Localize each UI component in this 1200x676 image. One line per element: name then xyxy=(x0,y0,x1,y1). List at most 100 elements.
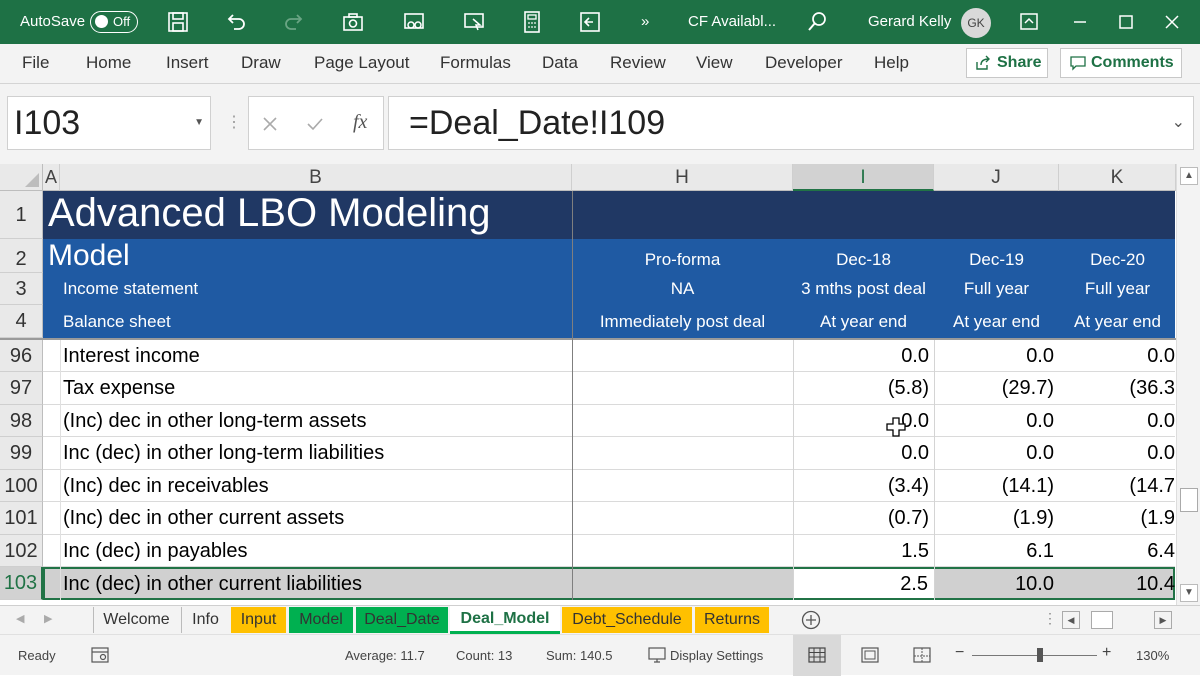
scroll-thumb[interactable] xyxy=(1180,488,1198,512)
share-button[interactable]: Share xyxy=(966,48,1048,78)
maximize-icon[interactable] xyxy=(1114,10,1138,34)
label-cell[interactable]: (Inc) dec in other long-term assets xyxy=(63,405,366,436)
value-cell-j[interactable]: 0.0 xyxy=(934,437,1054,469)
pro-forma-cell[interactable]: Pro-forma xyxy=(572,239,793,273)
comments-button[interactable]: Comments xyxy=(1060,48,1182,78)
file-name[interactable]: CF Availabl... xyxy=(688,13,776,30)
label-cell[interactable]: (Inc) dec in receivables xyxy=(63,470,269,501)
value-cell-i[interactable]: 0.0 xyxy=(793,405,929,436)
row-header[interactable]: 97 xyxy=(0,372,43,405)
timing-cell-h[interactable]: Immediately post deal xyxy=(572,305,793,338)
splitter-dots-icon[interactable]: ⋮ xyxy=(226,112,242,132)
date-cell-i[interactable]: Dec-18 xyxy=(793,239,934,273)
row-header[interactable]: 99 xyxy=(0,437,43,470)
scroll-tabs-left-icon[interactable]: ◀ xyxy=(16,612,24,625)
formula-input[interactable]: =Deal_Date!I109 ⌄ xyxy=(388,96,1194,150)
value-cell-k[interactable]: 10.4 xyxy=(1059,569,1175,598)
date-cell-k[interactable]: Dec-20 xyxy=(1059,239,1176,273)
vertical-scrollbar[interactable]: ▲ ▼ xyxy=(1176,164,1200,605)
redo-icon[interactable] xyxy=(282,10,306,34)
active-cell-i103[interactable]: 2.5 xyxy=(793,569,934,598)
col-header-h[interactable]: H xyxy=(572,164,793,191)
cancel-icon[interactable] xyxy=(263,117,277,131)
search-icon[interactable] xyxy=(805,10,829,34)
row-header[interactable]: 3 xyxy=(0,273,43,305)
zoom-slider[interactable] xyxy=(972,655,1097,656)
macro-record-icon[interactable] xyxy=(91,647,109,663)
value-cell-j[interactable]: 10.0 xyxy=(934,569,1054,598)
value-cell-i[interactable]: (5.8) xyxy=(793,372,929,404)
tab-formulas[interactable]: Formulas xyxy=(440,53,511,73)
page-layout-view-icon[interactable] xyxy=(861,647,879,663)
value-cell-k[interactable]: (36.3 xyxy=(1059,372,1175,404)
value-cell-k[interactable]: (14.7 xyxy=(1059,470,1175,501)
value-cell-k[interactable]: 6.4 xyxy=(1059,535,1175,566)
label-cell[interactable]: Tax expense xyxy=(63,372,175,404)
close-icon[interactable] xyxy=(1160,10,1184,34)
sheet-tab-model[interactable]: Model xyxy=(289,607,353,633)
label-cell[interactable]: Inc (dec) in other long-term liabilities xyxy=(63,437,384,469)
row-header[interactable]: 2 xyxy=(0,239,43,273)
row-header[interactable]: 96 xyxy=(0,340,43,372)
period-cell-i[interactable]: 3 mths post deal xyxy=(793,273,934,305)
sheet-tab-info[interactable]: Info xyxy=(181,607,229,633)
value-cell-k[interactable]: 0.0 xyxy=(1059,437,1175,469)
timing-cell-k[interactable]: At year end xyxy=(1059,305,1176,338)
col-header-a[interactable]: A xyxy=(43,164,60,191)
row-header[interactable]: 1 xyxy=(0,191,43,239)
sheet-tab-input[interactable]: Input xyxy=(231,607,286,633)
add-sheet-icon[interactable] xyxy=(801,610,821,630)
calculator-icon[interactable] xyxy=(520,10,544,34)
timing-cell-j[interactable]: At year end xyxy=(934,305,1059,338)
col-header-i[interactable]: I xyxy=(793,164,934,191)
value-cell-j[interactable]: (29.7) xyxy=(934,372,1054,404)
present-icon[interactable] xyxy=(462,10,486,34)
select-all-corner[interactable] xyxy=(0,164,43,191)
sheet-tab-deal-date[interactable]: Deal_Date xyxy=(356,607,448,633)
display-settings-label[interactable]: Display Settings xyxy=(670,648,763,663)
row-header[interactable]: 101 xyxy=(0,502,43,535)
splitter-dots-icon[interactable]: ⋮ xyxy=(1043,610,1057,627)
hscroll-right-icon[interactable]: ▶ xyxy=(1154,611,1172,629)
count-status[interactable]: Count: 13 xyxy=(456,648,512,663)
autosave-toggle[interactable]: Off xyxy=(90,11,138,33)
name-box[interactable]: I103 ▼ xyxy=(7,96,211,150)
value-cell-j[interactable]: 0.0 xyxy=(934,405,1054,436)
col-header-j[interactable]: J xyxy=(934,164,1059,191)
sum-status[interactable]: Sum: 140.5 xyxy=(546,648,613,663)
chevron-down-icon[interactable]: ▼ xyxy=(194,97,204,149)
value-cell-k[interactable]: (1.9 xyxy=(1059,502,1175,534)
minimize-icon[interactable] xyxy=(1068,10,1092,34)
label-cell[interactable]: Interest income xyxy=(63,340,200,371)
value-cell-j[interactable]: 6.1 xyxy=(934,535,1054,566)
value-cell-k[interactable]: 0.0 xyxy=(1059,340,1175,371)
period-cell-j[interactable]: Full year xyxy=(934,273,1059,305)
label-cell[interactable]: (Inc) dec in other current assets xyxy=(63,502,344,534)
value-cell-i[interactable]: 1.5 xyxy=(793,535,929,566)
sheet-tab-returns[interactable]: Returns xyxy=(695,607,769,633)
tab-home[interactable]: Home xyxy=(86,53,131,73)
value-cell-j[interactable]: 0.0 xyxy=(934,340,1054,371)
value-cell-i[interactable]: (3.4) xyxy=(793,470,929,501)
tab-insert[interactable]: Insert xyxy=(166,53,209,73)
balance-sheet-cell[interactable]: Balance sheet xyxy=(63,305,171,338)
ribbon-display-icon[interactable] xyxy=(1017,10,1041,34)
zoom-slider-thumb[interactable] xyxy=(1037,648,1043,662)
tab-view[interactable]: View xyxy=(696,53,733,73)
expand-formula-icon[interactable]: ⌄ xyxy=(1172,97,1185,149)
hscroll-left-icon[interactable]: ◀ xyxy=(1062,611,1080,629)
normal-view-button[interactable] xyxy=(793,635,841,676)
label-cell[interactable]: Inc (dec) in other current liabilities xyxy=(63,569,362,598)
more-commands-icon[interactable]: » xyxy=(641,13,649,30)
title-cell[interactable]: Advanced LBO Modeling xyxy=(48,191,491,239)
reading-view-icon[interactable] xyxy=(402,10,426,34)
row-header[interactable]: 100 xyxy=(0,470,43,502)
value-cell-j[interactable]: (1.9) xyxy=(934,502,1054,534)
scroll-up-icon[interactable]: ▲ xyxy=(1180,167,1198,185)
date-cell-j[interactable]: Dec-19 xyxy=(934,239,1059,273)
col-header-k[interactable]: K xyxy=(1059,164,1176,191)
tab-developer[interactable]: Developer xyxy=(765,53,843,73)
camera-icon[interactable] xyxy=(341,10,365,34)
zoom-level[interactable]: 130% xyxy=(1136,648,1169,663)
value-cell-j[interactable]: (14.1) xyxy=(934,470,1054,501)
